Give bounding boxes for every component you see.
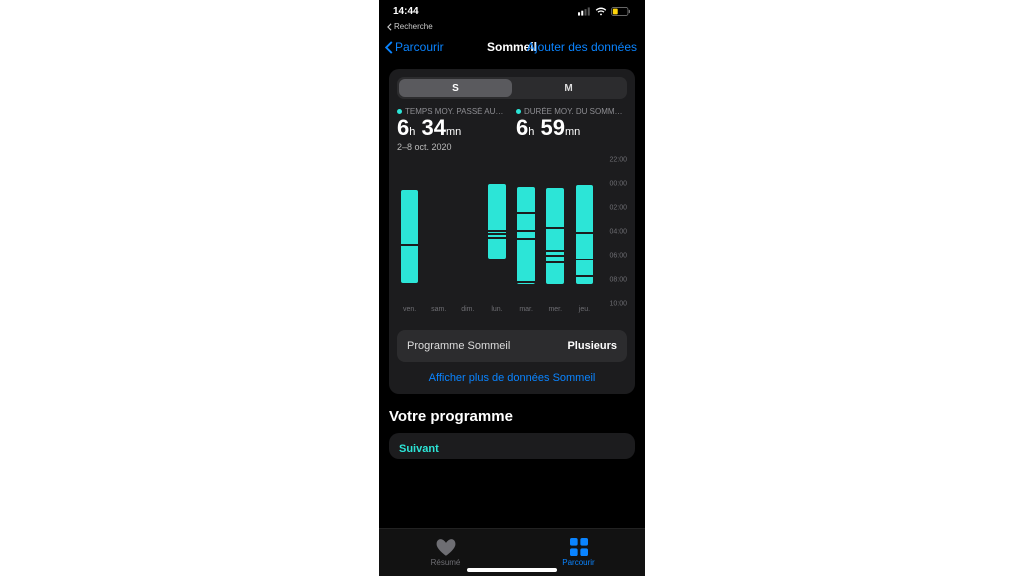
- x-tick: sam.: [426, 306, 451, 320]
- awake-gap: [517, 281, 535, 283]
- back-to-search[interactable]: Recherche: [379, 22, 645, 31]
- metrics-row: TEMPS MOY. PASSÉ AU… 6h 34mn 2–8 oct. 20…: [397, 107, 627, 152]
- next-program-card[interactable]: Suivant: [389, 433, 635, 459]
- awake-gap: [488, 230, 506, 232]
- phone-frame: 14:44 Recherche Parcourir Sommeil Ajoute…: [379, 0, 645, 576]
- x-tick: ven.: [397, 306, 422, 320]
- metric-time-in-bed: TEMPS MOY. PASSÉ AU… 6h 34mn 2–8 oct. 20…: [397, 107, 508, 152]
- awake-gap: [576, 232, 594, 234]
- sleep-bar: [488, 184, 506, 258]
- segment-week[interactable]: S: [399, 79, 512, 97]
- sleep-program-row[interactable]: Programme Sommeil Plusieurs: [397, 330, 627, 362]
- dot-icon: [397, 109, 402, 114]
- chevron-left-icon: [387, 23, 392, 31]
- y-tick: 04:00: [609, 229, 627, 236]
- day-column: [484, 160, 509, 304]
- awake-gap: [546, 255, 564, 257]
- y-tick: 06:00: [609, 253, 627, 260]
- awake-gap: [488, 237, 506, 239]
- sleep-bar: [517, 187, 535, 284]
- segment-month[interactable]: M: [512, 79, 625, 97]
- show-more-sleep-data-link[interactable]: Afficher plus de données Sommeil: [397, 362, 627, 386]
- hours: 6: [516, 115, 528, 140]
- x-tick: mer.: [543, 306, 568, 320]
- nav-back-button[interactable]: Parcourir: [385, 40, 444, 54]
- section-title-program: Votre programme: [389, 408, 635, 425]
- awake-gap: [546, 261, 564, 263]
- metric-value: 6h 34mn: [397, 116, 508, 140]
- nav-bar: Parcourir Sommeil Ajouter des données: [379, 31, 645, 63]
- day-column: [397, 160, 422, 304]
- tab-label: Résumé: [431, 558, 461, 567]
- sleep-bar: [401, 190, 419, 282]
- unit-m: mn: [565, 126, 580, 138]
- awake-gap: [576, 259, 594, 261]
- chevron-left-icon: [385, 41, 393, 54]
- minutes: 59: [541, 115, 565, 140]
- sleep-bar: [546, 188, 564, 284]
- day-column: [455, 160, 480, 304]
- awake-gap: [546, 227, 564, 229]
- metric-value: 6h 59mn: [516, 116, 627, 140]
- awake-gap: [517, 238, 535, 240]
- x-tick: dim.: [455, 306, 480, 320]
- minutes: 34: [422, 115, 446, 140]
- unit-h: h: [409, 126, 415, 138]
- unit-m: mn: [446, 126, 461, 138]
- y-axis: 22:0000:0002:0004:0006:0008:0010:00: [599, 160, 627, 304]
- program-value: Plusieurs: [567, 340, 617, 352]
- day-column: [543, 160, 568, 304]
- scroll-area[interactable]: S M TEMPS MOY. PASSÉ AU… 6h 34mn 2–8 oct…: [379, 63, 645, 528]
- nav-back-label: Parcourir: [395, 40, 444, 54]
- program-label: Programme Sommeil: [407, 340, 510, 352]
- x-tick: jeu.: [572, 306, 597, 320]
- hours: 6: [397, 115, 409, 140]
- grid-icon: [570, 538, 588, 556]
- metric-sleep-duration: DURÉE MOY. DU SOMM… 6h 59mn: [516, 107, 627, 152]
- status-icons: [578, 7, 631, 16]
- tab-label: Parcourir: [562, 558, 594, 567]
- unit-h: h: [528, 126, 534, 138]
- sleep-chart[interactable]: 22:00 00:00 02:00 04:00 06:00 08:00 10:00 ven.…: [397, 160, 627, 320]
- home-indicator[interactable]: [467, 568, 557, 572]
- nav-add-data-button[interactable]: Ajouter des données: [527, 40, 637, 54]
- day-column: [572, 160, 597, 304]
- y-tick: 02:00: [609, 205, 627, 212]
- heart-icon: [436, 538, 456, 556]
- period-segmented: S M: [397, 77, 627, 99]
- x-tick: lun.: [484, 306, 509, 320]
- y-tick: 22:00: [609, 157, 627, 164]
- sleep-bar: [576, 185, 594, 283]
- awake-gap: [488, 233, 506, 235]
- day-column: [514, 160, 539, 304]
- battery-icon: [611, 7, 631, 16]
- awake-gap: [517, 212, 535, 214]
- signal-icon: [578, 7, 591, 16]
- breadcrumb-label: Recherche: [394, 22, 433, 31]
- y-tick: 10:00: [609, 301, 627, 308]
- y-tick: 00:00: [609, 181, 627, 188]
- next-label: Suivant: [399, 443, 439, 455]
- awake-gap: [576, 275, 594, 277]
- x-tick: mar.: [514, 306, 539, 320]
- status-time: 14:44: [393, 6, 419, 17]
- metric-label: TEMPS MOY. PASSÉ AU…: [397, 107, 508, 116]
- dot-icon: [516, 109, 521, 114]
- status-bar: 14:44: [379, 0, 645, 22]
- awake-gap: [546, 250, 564, 252]
- metric-label: DURÉE MOY. DU SOMM…: [516, 107, 627, 116]
- awake-gap: [517, 230, 535, 232]
- date-range: 2–8 oct. 2020: [397, 142, 508, 152]
- sleep-card: S M TEMPS MOY. PASSÉ AU… 6h 34mn 2–8 oct…: [389, 69, 635, 394]
- wifi-icon: [595, 7, 607, 16]
- awake-gap: [401, 244, 419, 246]
- y-tick: 08:00: [609, 277, 627, 284]
- day-column: [426, 160, 451, 304]
- x-axis: ven. sam. dim. lun. mar. mer. jeu.: [397, 306, 597, 320]
- chart-area: [397, 160, 597, 304]
